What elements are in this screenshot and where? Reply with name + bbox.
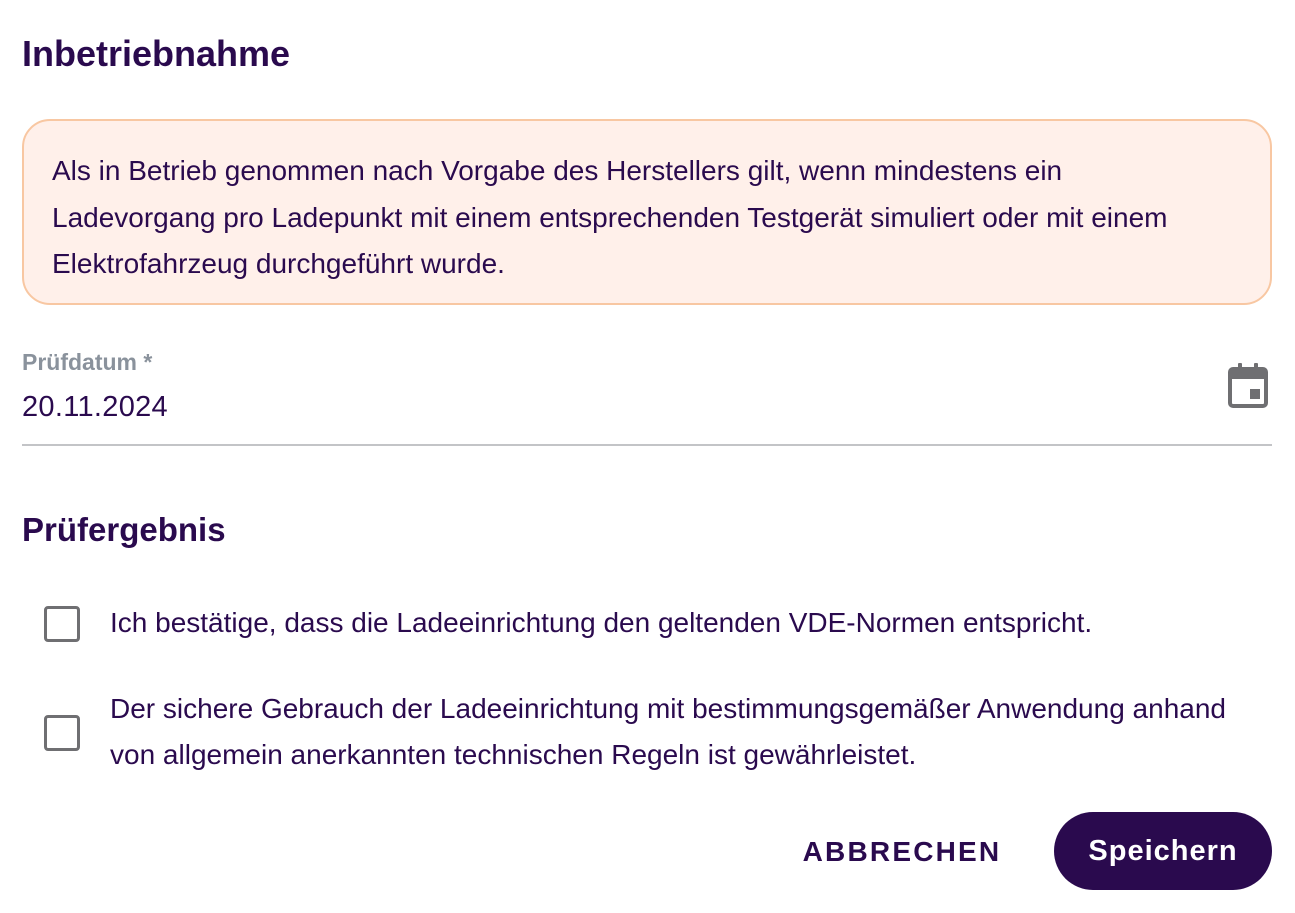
safe-use-confirmation-row[interactable]: Der sichere Gebrauch der Ladeeinrichtung… <box>44 686 1254 778</box>
dialog-title: Inbetriebnahme <box>22 33 291 74</box>
commissioning-dialog: Inbetriebnahme Als in Betrieb genommen n… <box>22 0 1272 913</box>
cancel-button[interactable]: ABBRECHEN <box>786 814 1018 890</box>
vde-confirmation-checkbox[interactable] <box>44 606 80 642</box>
test-date-field[interactable]: Prüfdatum * 20.11.2024 <box>22 344 1272 446</box>
calendar-icon[interactable] <box>1224 360 1272 412</box>
info-notice: Als in Betrieb genommen nach Vorgabe des… <box>22 119 1272 305</box>
result-section-title: Prüfergebnis <box>22 511 226 548</box>
safe-use-confirmation-label: Der sichere Gebrauch der Ladeeinrichtung… <box>110 693 1226 770</box>
safe-use-confirmation-checkbox[interactable] <box>44 715 80 751</box>
vde-confirmation-label: Ich bestätige, dass die Ladeeinrichtung … <box>110 607 1093 638</box>
test-date-label: Prüfdatum * <box>22 349 153 375</box>
save-button[interactable]: Speichern <box>1054 812 1272 890</box>
test-date-input[interactable]: 20.11.2024 <box>22 388 168 426</box>
vde-confirmation-row[interactable]: Ich bestätige, dass die Ladeeinrichtung … <box>44 598 1254 648</box>
